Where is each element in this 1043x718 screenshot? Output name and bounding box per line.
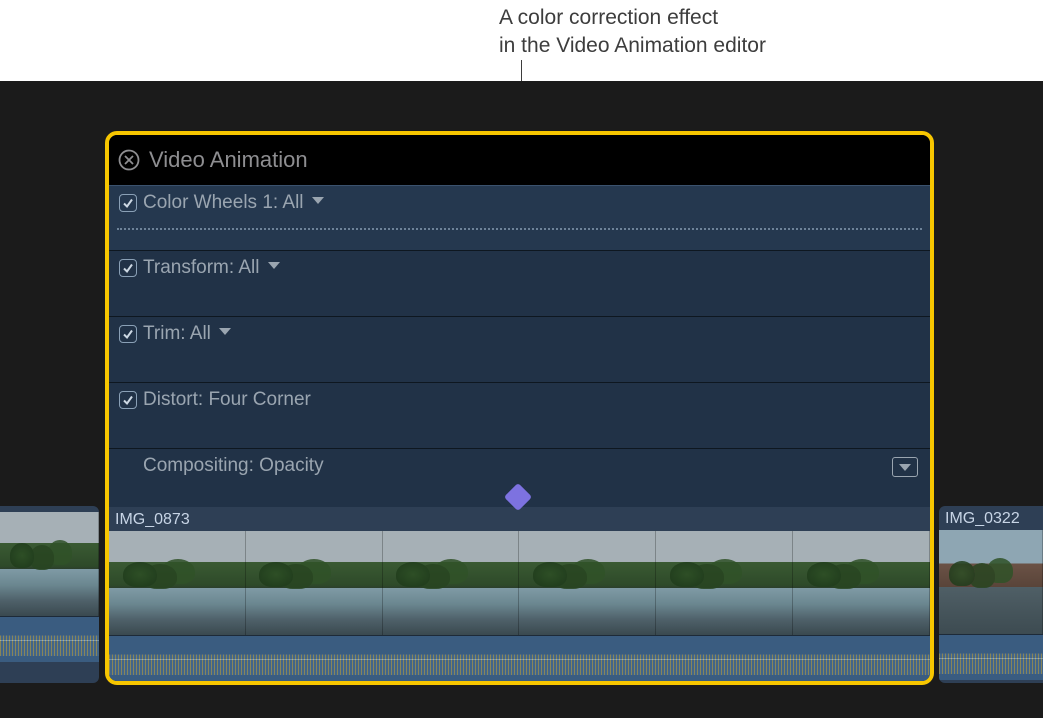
effect-label: Color Wheels 1: All [143,192,304,214]
timeline-clip-right[interactable]: IMG_0322 [939,506,1043,683]
effect-row[interactable]: Transform: All [109,251,930,317]
effect-row-compositing[interactable]: Compositing: Opacity [109,449,930,507]
effect-enable-checkbox[interactable] [119,391,137,409]
close-icon[interactable] [117,148,141,172]
panel-header: Video Animation [109,135,930,185]
thumbnail [109,531,246,635]
effect-row[interactable]: Color Wheels 1: All [109,185,930,251]
effect-row[interactable]: Distort: Four Corner [109,383,930,449]
panel-title: Video Animation [149,147,308,173]
keyframe-track-line[interactable] [117,228,922,230]
audio-waveform[interactable] [0,616,99,662]
audio-waveform[interactable] [939,634,1043,680]
clip-thumbnails [0,512,99,616]
clip-label: IMG_0322 [939,506,1043,530]
thumbnail [246,531,383,635]
clip-label: IMG_0873 [115,511,190,528]
thumbnail [656,531,793,635]
effect-enable-checkbox[interactable] [119,325,137,343]
thumbnail [519,531,656,635]
thumbnail [939,530,1043,634]
caption: A color correction effect in the Video A… [499,4,766,60]
audio-waveform[interactable] [109,635,930,681]
caption-line-2: in the Video Animation editor [499,32,766,60]
effect-label: Transform: All [143,257,260,279]
effect-label: Trim: All [143,323,211,345]
chevron-down-icon[interactable] [219,328,231,335]
keyframe-playhead-marker[interactable] [504,483,532,511]
chevron-down-icon[interactable] [268,262,280,269]
effect-label: Distort: Four Corner [143,389,311,411]
timeline-clip-left[interactable] [0,506,99,683]
expand-keyframe-icon[interactable] [892,457,918,477]
thumbnail [0,512,99,616]
video-animation-panel: Video Animation Color Wheels 1: All Trans… [105,131,934,685]
effect-row[interactable]: Trim: All [109,317,930,383]
effect-label: Compositing: Opacity [143,455,324,477]
clip-thumbnails [109,531,930,635]
thumbnail [383,531,520,635]
panel-clip-area[interactable]: IMG_0873 [109,507,930,681]
clip-thumbnails [939,530,1043,634]
thumbnail [793,531,930,635]
chevron-down-icon[interactable] [312,197,324,204]
effect-enable-checkbox[interactable] [119,194,137,212]
effect-enable-checkbox[interactable] [119,259,137,277]
caption-line-1: A color correction effect [499,4,766,32]
